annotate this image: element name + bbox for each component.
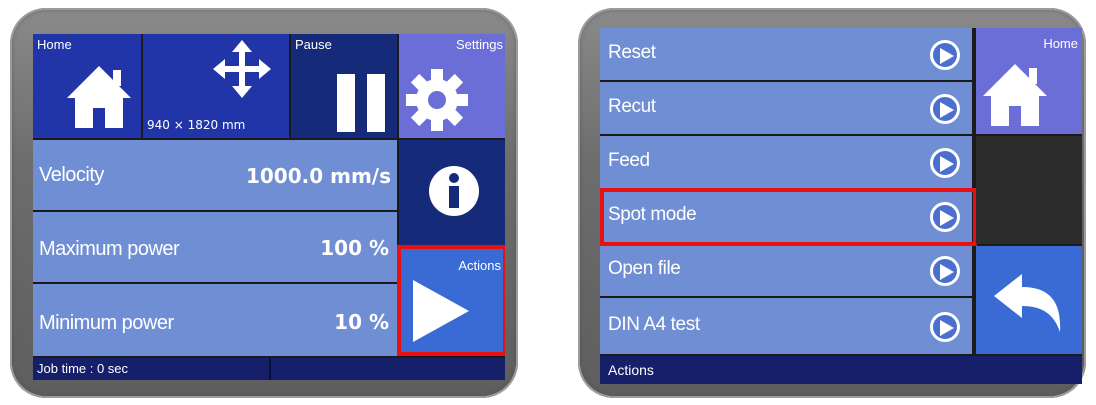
param-label: Velocity: [39, 164, 104, 186]
menu-item-feed[interactable]: Feed: [600, 136, 972, 190]
param-row-maximum-power[interactable]: Maximum power 100 %: [33, 212, 397, 284]
param-value: 1000.0 mm/s: [245, 164, 391, 188]
menu-item-label: Recut: [608, 96, 656, 117]
param-row-velocity[interactable]: Velocity 1000.0 mm/s: [33, 140, 397, 212]
menu-item-label: Feed: [608, 150, 650, 171]
back-tile[interactable]: [976, 246, 1082, 354]
param-value: 100 %: [320, 236, 389, 260]
gear-icon: [405, 68, 469, 132]
actions-highlight: [397, 245, 505, 356]
status-bar: Job time : 0 sec: [33, 358, 505, 380]
spot-mode-highlight: [600, 188, 977, 246]
menu-item-recut[interactable]: Recut: [600, 82, 972, 136]
home-tile-label: Home: [1043, 36, 1078, 51]
status-title: Actions: [608, 362, 654, 378]
menu-item-label: DIN A4 test: [608, 314, 700, 335]
param-row-minimum-power[interactable]: Minimum power 10 %: [33, 284, 397, 356]
move-tile[interactable]: 940 × 1820 mm: [143, 34, 289, 138]
home-icon: [65, 64, 133, 130]
play-circle-icon: [930, 312, 960, 342]
back-arrow-icon: [994, 274, 1066, 332]
play-circle-icon: [930, 148, 960, 178]
pause-tile-label: Pause: [295, 37, 332, 52]
home-tile[interactable]: Home: [33, 34, 141, 138]
home-tile[interactable]: Home: [976, 28, 1082, 134]
pause-icon: [337, 74, 385, 132]
param-label: Maximum power: [39, 238, 180, 260]
settings-tile-label: Settings: [456, 37, 503, 52]
pause-tile[interactable]: Pause: [291, 34, 397, 138]
move-arrows-icon: [213, 40, 271, 98]
play-circle-icon: [930, 94, 960, 124]
play-circle-icon: [930, 40, 960, 70]
settings-tile[interactable]: Settings: [399, 34, 505, 138]
work-area-size: 940 × 1820 mm: [147, 118, 246, 132]
empty-tile: [976, 136, 1082, 244]
play-circle-icon: [930, 256, 960, 286]
info-icon: [429, 166, 479, 216]
home-tile-label: Home: [37, 37, 72, 52]
right-screen: Reset Recut Feed Spot mode Open file DIN…: [600, 28, 1082, 384]
param-label: Minimum power: [39, 312, 174, 334]
info-tile[interactable]: [399, 140, 505, 246]
status-divider: [269, 358, 271, 380]
menu-item-open-file[interactable]: Open file: [600, 244, 972, 298]
job-time: Job time : 0 sec: [37, 361, 129, 376]
menu-item-label: Reset: [608, 42, 656, 63]
left-screen: Home 940 × 1820 mm Pause Settings Veloci…: [33, 34, 505, 380]
menu-item-label: Open file: [608, 258, 681, 279]
menu-item-reset[interactable]: Reset: [600, 28, 972, 82]
home-icon: [980, 62, 1050, 128]
status-bar: Actions: [600, 356, 1082, 384]
param-value: 10 %: [334, 310, 389, 334]
menu-item-din-a4-test[interactable]: DIN A4 test: [600, 298, 972, 354]
